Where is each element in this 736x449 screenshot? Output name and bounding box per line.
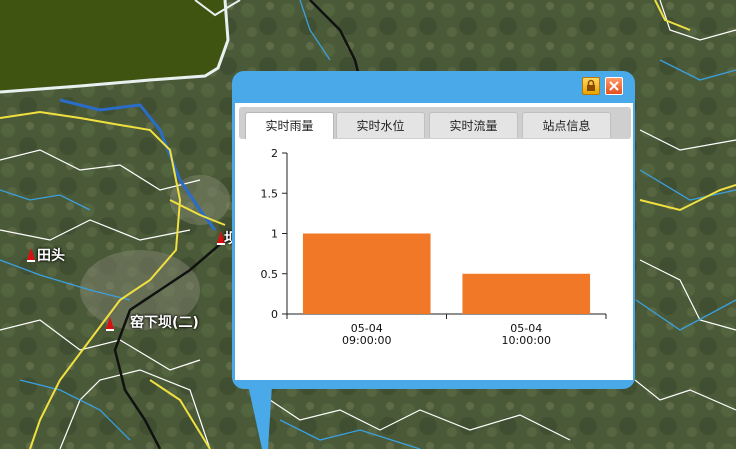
rainfall-bar-chart: 00.511.5205-0409:00:0005-0410:00:00 <box>261 147 607 347</box>
station-label[interactable]: 窑下坝(二) <box>130 312 199 332</box>
tab-strip: 实时雨量 实时水位 实时流量 站点信息 <box>239 107 631 139</box>
x-tick-label: 10:00:00 <box>502 334 551 347</box>
y-tick-label: 1.5 <box>261 187 279 200</box>
y-tick-label: 0.5 <box>261 268 279 281</box>
lock-icon <box>587 79 595 91</box>
station-marker-icon[interactable] <box>106 317 114 331</box>
tab-station-info[interactable]: 站点信息 <box>522 112 611 138</box>
tab-realtime-water-level[interactable]: 实时水位 <box>336 112 425 138</box>
y-tick-label: 1 <box>271 228 278 241</box>
y-tick-label: 0 <box>271 308 278 321</box>
tab-realtime-rainfall[interactable]: 实时雨量 <box>245 112 334 139</box>
station-label[interactable]: 田头 <box>37 245 65 265</box>
lock-button[interactable] <box>582 77 600 95</box>
popup-content: 实时雨量 实时水位 实时流量 站点信息 0 0.5 1 1.5 2 05-04 09:00:… <box>235 103 633 380</box>
close-icon <box>609 81 619 91</box>
tab-realtime-flow[interactable]: 实时流量 <box>429 112 518 138</box>
x-tick-label: 09:00:00 <box>342 334 391 347</box>
station-popup: 实时雨量 实时水位 实时流量 站点信息 0 0.5 1 1.5 2 05-04 09:00:… <box>232 71 635 389</box>
rainfall-bar <box>302 233 431 314</box>
y-tick-label: 2 <box>271 147 278 160</box>
popup-title-bar[interactable] <box>232 71 635 101</box>
station-marker-icon[interactable] <box>27 248 35 262</box>
close-button[interactable] <box>605 77 623 95</box>
rainfall-bar <box>462 273 591 314</box>
